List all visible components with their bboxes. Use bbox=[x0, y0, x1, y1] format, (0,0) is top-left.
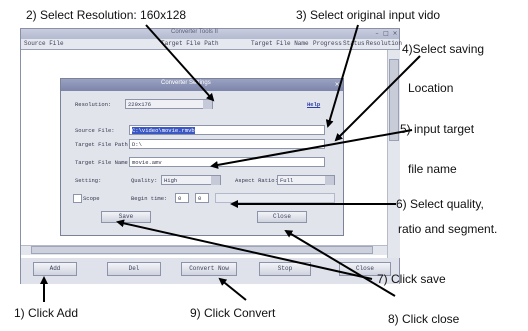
annotation-target-name-1: 5) input target bbox=[400, 122, 475, 136]
annotation-select-input: 3) Select original input vido bbox=[296, 8, 441, 22]
arrow-convert bbox=[218, 277, 247, 301]
annotation-click-close: 8) Click close bbox=[388, 312, 460, 326]
annotation-saving-location-1: 4)Select saving bbox=[402, 42, 485, 56]
arrow-target-name bbox=[210, 129, 413, 169]
annotation-select-resolution: 2) Select Resolution: 160x128 bbox=[26, 8, 187, 22]
arrow-save bbox=[116, 219, 373, 280]
annotation-target-name-2: file name bbox=[408, 162, 457, 176]
annotation-click-save: 7) Click save bbox=[377, 272, 446, 286]
annotation-click-convert: 9) Click Convert bbox=[190, 306, 276, 320]
annotation-quality-2: ratio and segment. bbox=[398, 222, 498, 236]
annotation-click-add: 1) Click Add bbox=[14, 306, 79, 320]
arrow-resolution bbox=[145, 24, 215, 102]
annotation-saving-location-2: Location bbox=[408, 81, 454, 95]
arrow-source-file bbox=[325, 24, 359, 128]
annotation-quality-1: 6) Select quality, bbox=[396, 197, 484, 211]
